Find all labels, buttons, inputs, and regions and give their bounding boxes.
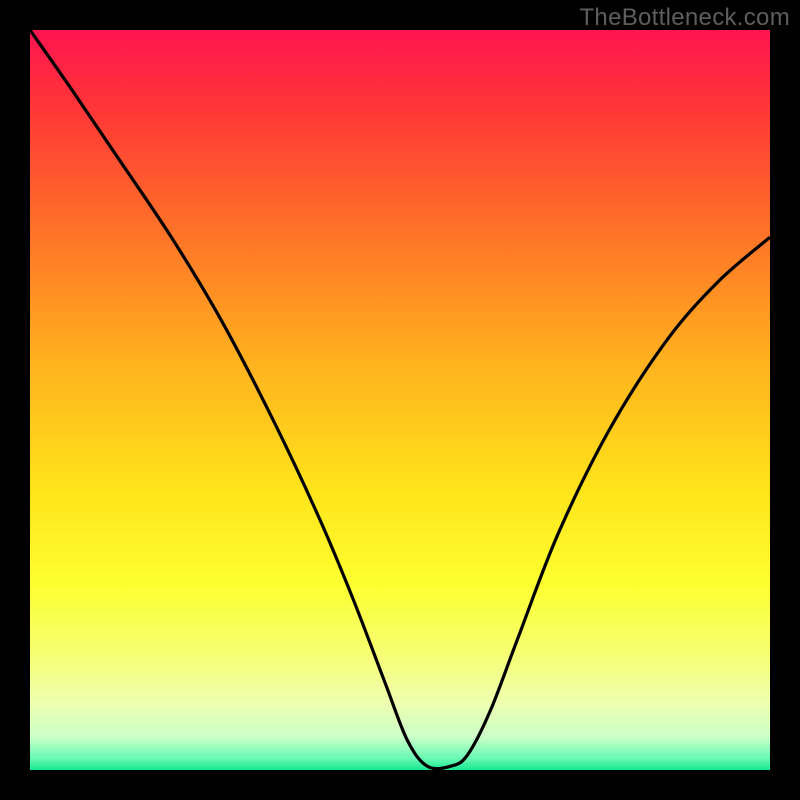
curve-path [30, 30, 770, 769]
optimal-range-marker [385, 756, 459, 770]
gradient-background [30, 30, 770, 770]
chart-frame: TheBottleneck.com [0, 0, 800, 800]
bottleneck-curve [30, 30, 770, 770]
watermark-text: TheBottleneck.com [579, 4, 790, 32]
plot-area [30, 30, 770, 770]
